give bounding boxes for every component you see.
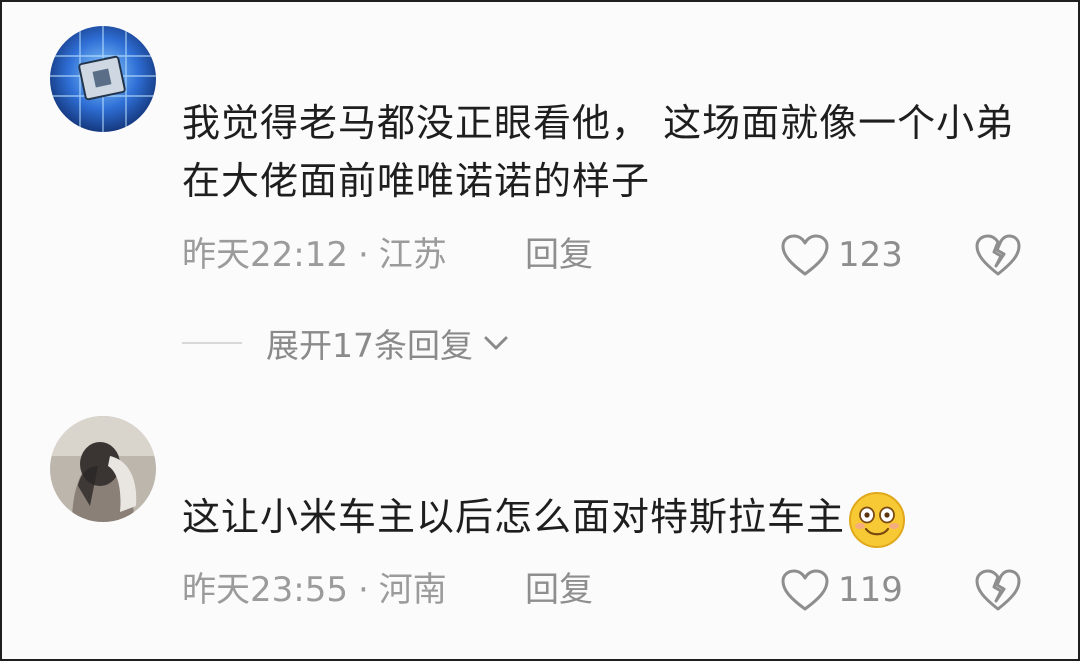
comment-time: 昨天22:12 — [182, 235, 348, 275]
heart-icon — [781, 234, 829, 276]
like-button[interactable]: 119 — [780, 567, 903, 613]
dislike-button[interactable] — [974, 232, 1022, 278]
meta-separator: · — [357, 570, 369, 610]
reply-button[interactable]: 回复 — [525, 567, 593, 613]
comment-location: 河南 — [378, 570, 447, 610]
divider-line — [182, 342, 242, 344]
expand-replies-button[interactable]: 展开17条回复 — [182, 320, 511, 366]
like-button[interactable]: 123 — [780, 232, 903, 278]
chip-avatar-icon — [50, 26, 156, 132]
person-avatar-icon — [50, 416, 156, 522]
reply-button[interactable]: 回复 — [525, 232, 593, 278]
comment-text: 我觉得老马都没正眼看他， 这场面就像一个小弟在大佬面前唯唯诺诺的样子 — [182, 101, 1015, 203]
like-count: 123 — [838, 235, 903, 275]
like-count: 119 — [838, 570, 903, 610]
comment-location: 江苏 — [378, 235, 447, 275]
comment-time: 昨天23:55 — [182, 570, 348, 610]
comment-meta: 昨天23:55 · 河南 — [182, 567, 447, 613]
broken-heart-icon — [975, 569, 1021, 611]
avatar[interactable] — [50, 416, 156, 522]
meta-separator: · — [357, 235, 369, 275]
comment-text-body: 这让小米车主以后怎么面对特斯拉车主 — [182, 495, 846, 539]
expand-replies-label: 展开17条回复 — [266, 326, 473, 365]
comments-panel: 我觉得老马都没正眼看他， 这场面就像一个小弟在大佬面前唯唯诺诺的样子 昨天22:… — [0, 0, 1080, 661]
chevron-down-icon — [484, 336, 508, 350]
heart-icon — [781, 569, 829, 611]
broken-heart-icon — [975, 234, 1021, 276]
avatar[interactable] — [50, 26, 156, 132]
smile-emoji-icon — [849, 491, 906, 548]
comment-text: 这让小米车主以后怎么面对特斯拉车主 — [182, 488, 1032, 550]
dislike-button[interactable] — [974, 567, 1022, 613]
comment-meta: 昨天22:12 · 江苏 — [182, 232, 447, 278]
